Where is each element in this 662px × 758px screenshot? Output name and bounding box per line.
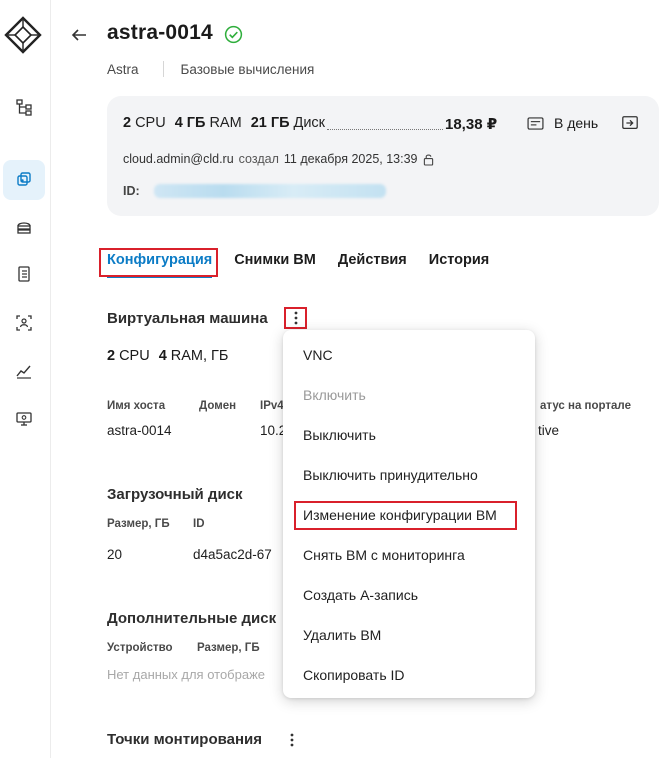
creation-info: cloud.admin@cld.ru создал 11 декабря 202… <box>123 152 434 166</box>
menu-item-copy-id[interactable]: Скопировать ID <box>303 667 405 683</box>
column-header-device: Устройство <box>107 642 173 654</box>
price-value: 18,38 ₽ <box>445 116 498 133</box>
menu-item-create-a-record[interactable]: Создать А-запись <box>303 587 418 603</box>
mount-points-more-icon[interactable] <box>282 730 302 750</box>
mount-points-title: Точки монтирования <box>107 731 263 748</box>
network-topology-icon[interactable] <box>3 87 45 127</box>
vm-ram-unit: RAM, ГБ <box>170 348 229 364</box>
column-header-id: ID <box>193 518 205 530</box>
compute-icon[interactable] <box>3 160 45 200</box>
left-navigation-rail <box>0 0 51 758</box>
boot-disk-title: Загрузочный диск <box>107 486 243 503</box>
id-label: ID: <box>123 184 140 198</box>
tab-actions[interactable]: Действия <box>338 252 407 278</box>
document-list-icon[interactable] <box>3 254 45 294</box>
resource-summary: 2 CPU 4 ГБ RAM 21 ГБ Диск <box>123 115 334 131</box>
vm-resources: 2 CPU 4 RAM, ГБ <box>107 348 237 364</box>
vm-id-row: ID: <box>123 184 386 198</box>
cloud-storage-icon[interactable] <box>3 207 45 247</box>
column-header-portal-status: атус на портале <box>540 400 631 412</box>
cpu-value: 2 <box>123 115 132 131</box>
lock-icon <box>423 153 433 166</box>
calendar-icon <box>527 116 544 130</box>
export-icon[interactable] <box>621 114 641 134</box>
breadcrumb-separator <box>162 61 164 77</box>
column-header-hostname: Имя хоста <box>107 400 166 412</box>
empty-state-text: Нет данных для отображе <box>107 667 266 682</box>
billing-period-label: В день <box>554 115 599 131</box>
ram-value: 4 ГБ <box>174 115 206 131</box>
ram-unit: RAM <box>209 115 242 131</box>
cpu-unit: CPU <box>135 115 166 131</box>
column-header-extra-size: Размер, ГБ <box>197 642 260 654</box>
boot-disk-id: d4a5ac2d-67 <box>193 547 272 562</box>
vm-section-title: Виртуальная машина <box>107 310 268 327</box>
disk-unit: Диск <box>293 115 326 131</box>
monitoring-chart-icon[interactable] <box>3 351 45 391</box>
extra-disks-title: Дополнительные диск <box>107 610 277 627</box>
logo-icon[interactable] <box>4 16 42 54</box>
price-leader-dots <box>327 129 443 130</box>
column-header-size: Размер, ГБ <box>107 518 170 530</box>
disk-value: 21 ГБ <box>250 115 290 131</box>
vm-ram-value: 4 <box>158 348 167 364</box>
created-label: создал <box>238 152 279 166</box>
desktop-settings-icon[interactable] <box>3 399 45 439</box>
menu-item-force-power-off[interactable]: Выключить принудительно <box>303 467 478 483</box>
hostname-value: astra-0014 <box>107 423 172 438</box>
breadcrumb-item-service[interactable]: Базовые вычисления <box>181 62 315 77</box>
menu-item-vnc[interactable]: VNC <box>303 347 333 363</box>
portal-status-value: tive <box>538 423 560 438</box>
menu-item-power-off[interactable]: Выключить <box>303 427 376 443</box>
breadcrumb-item-project[interactable]: Astra <box>107 62 139 77</box>
menu-item-delete-vm[interactable]: Удалить ВМ <box>303 627 381 643</box>
menu-item-power-on: Включить <box>303 387 366 403</box>
vm-id-value-redacted[interactable] <box>153 184 386 198</box>
menu-item-remove-monitoring[interactable]: Снять ВМ с мониторинга <box>303 547 465 563</box>
column-header-ipv4: IPv4 <box>260 400 284 412</box>
billing-period-selector[interactable]: В день <box>527 115 598 131</box>
boot-disk-size: 20 <box>107 547 123 562</box>
page-title: astra-0014 <box>107 21 213 44</box>
vm-cpu-value: 2 <box>107 348 116 364</box>
highlight-box-kebab <box>284 307 307 329</box>
highlight-box-change-configuration <box>294 501 517 530</box>
tab-history[interactable]: История <box>429 252 490 278</box>
tab-vm-snapshots[interactable]: Снимки ВМ <box>234 252 316 278</box>
column-header-domain: Домен <box>199 400 237 412</box>
vm-cpu-unit: CPU <box>119 348 150 364</box>
status-ok-icon <box>224 25 243 44</box>
access-scan-icon[interactable] <box>3 303 45 343</box>
highlight-box-configuration-tab <box>99 248 218 277</box>
created-date: 11 декабря 2025, 13:39 <box>283 152 418 166</box>
vm-summary-card: 2 CPU 4 ГБ RAM 21 ГБ Диск 18,38 ₽ В день… <box>107 96 659 216</box>
back-arrow-icon[interactable] <box>68 24 90 46</box>
owner-email: cloud.admin@cld.ru <box>123 152 234 166</box>
breadcrumb: Astra Базовые вычисления <box>107 61 314 77</box>
